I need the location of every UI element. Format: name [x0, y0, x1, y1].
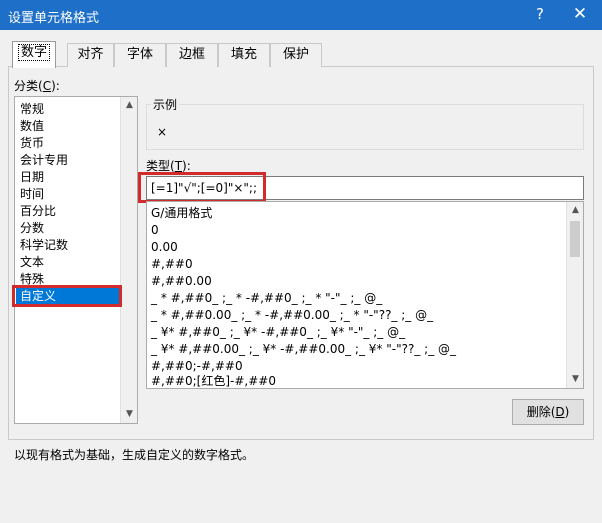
format-item[interactable]: 0.00: [151, 239, 178, 256]
format-item[interactable]: _ * #,##0.00_ ;_ * -#,##0.00_ ;_ * "-"??…: [151, 307, 433, 324]
format-item[interactable]: 0: [151, 222, 159, 239]
category-item[interactable]: 分数: [16, 220, 120, 237]
format-scrollbar[interactable]: ▲ ▼: [566, 202, 583, 388]
tab-border[interactable]: 边框: [166, 43, 218, 67]
category-item[interactable]: 数值: [16, 118, 120, 135]
scroll-up-icon[interactable]: ▲: [121, 97, 138, 114]
format-item[interactable]: #,##0.00: [151, 273, 212, 290]
sample-label: 示例: [151, 96, 180, 113]
tab-font[interactable]: 字体: [114, 43, 166, 67]
delete-button[interactable]: 删除(D): [512, 399, 584, 425]
format-item[interactable]: #,##0;[红色]-#,##0: [151, 373, 276, 390]
help-icon[interactable]: ?: [530, 4, 550, 24]
tab-font-label: 字体: [126, 47, 153, 62]
tab-fill-label: 填充: [230, 47, 257, 62]
category-scrollbar[interactable]: ▲ ▼: [120, 97, 137, 423]
tab-border-label: 边框: [178, 47, 205, 62]
category-item-custom[interactable]: 自定义: [16, 288, 120, 305]
category-item[interactable]: 常规: [16, 101, 120, 118]
category-item[interactable]: 科学记数: [16, 237, 120, 254]
title-bar: 设置单元格格式 ? ✕: [0, 0, 602, 30]
category-item[interactable]: 特殊: [16, 271, 120, 288]
format-item[interactable]: _ ¥* #,##0.00_ ;_ ¥* -#,##0.00_ ;_ ¥* "-…: [151, 341, 456, 358]
dialog-title: 设置单元格格式: [8, 11, 100, 26]
category-item[interactable]: 文本: [16, 254, 120, 271]
scroll-thumb[interactable]: [570, 221, 580, 257]
tab-number[interactable]: 数字: [12, 41, 56, 68]
type-label: 类型(T):: [146, 159, 191, 173]
format-list[interactable]: G/通用格式 0 0.00 #,##0 #,##0.00 _ * #,##0_ …: [146, 201, 584, 389]
format-item[interactable]: _ * #,##0_ ;_ * -#,##0_ ;_ * "-"_ ;_ @_: [151, 290, 382, 307]
tab-protection[interactable]: 保护: [270, 43, 322, 67]
description-text: 以现有格式为基础，生成自定义的数字格式。: [14, 448, 255, 462]
format-item[interactable]: _ ¥* #,##0_ ;_ ¥* -#,##0_ ;_ ¥* "-"_ ;_ …: [151, 324, 405, 341]
tab-alignment[interactable]: 对齐: [67, 43, 114, 67]
scroll-down-icon[interactable]: ▼: [121, 406, 138, 423]
sample-group: 示例 ×: [146, 96, 584, 150]
category-item[interactable]: 时间: [16, 186, 120, 203]
type-input[interactable]: [=1]"√";[=0]"×";;: [146, 176, 584, 200]
scroll-up-icon[interactable]: ▲: [567, 202, 584, 219]
close-icon[interactable]: ✕: [568, 3, 592, 25]
category-item[interactable]: 日期: [16, 169, 120, 186]
category-label: 分类(C):: [14, 79, 60, 93]
tab-protection-label: 保护: [282, 47, 309, 62]
category-item[interactable]: 会计专用: [16, 152, 120, 169]
format-item[interactable]: #,##0: [151, 256, 193, 273]
tab-number-label: 数字: [17, 44, 50, 61]
sample-value: ×: [157, 125, 168, 139]
scroll-down-icon[interactable]: ▼: [567, 371, 584, 388]
tab-fill[interactable]: 填充: [218, 43, 270, 67]
format-item[interactable]: G/通用格式: [151, 205, 212, 222]
tab-alignment-label: 对齐: [77, 47, 104, 62]
category-item[interactable]: 货币: [16, 135, 120, 152]
category-item[interactable]: 百分比: [16, 203, 120, 220]
category-list[interactable]: 常规 数值 货币 会计专用 日期 时间 百分比 分数 科学记数 文本 特殊 自定…: [14, 96, 138, 424]
